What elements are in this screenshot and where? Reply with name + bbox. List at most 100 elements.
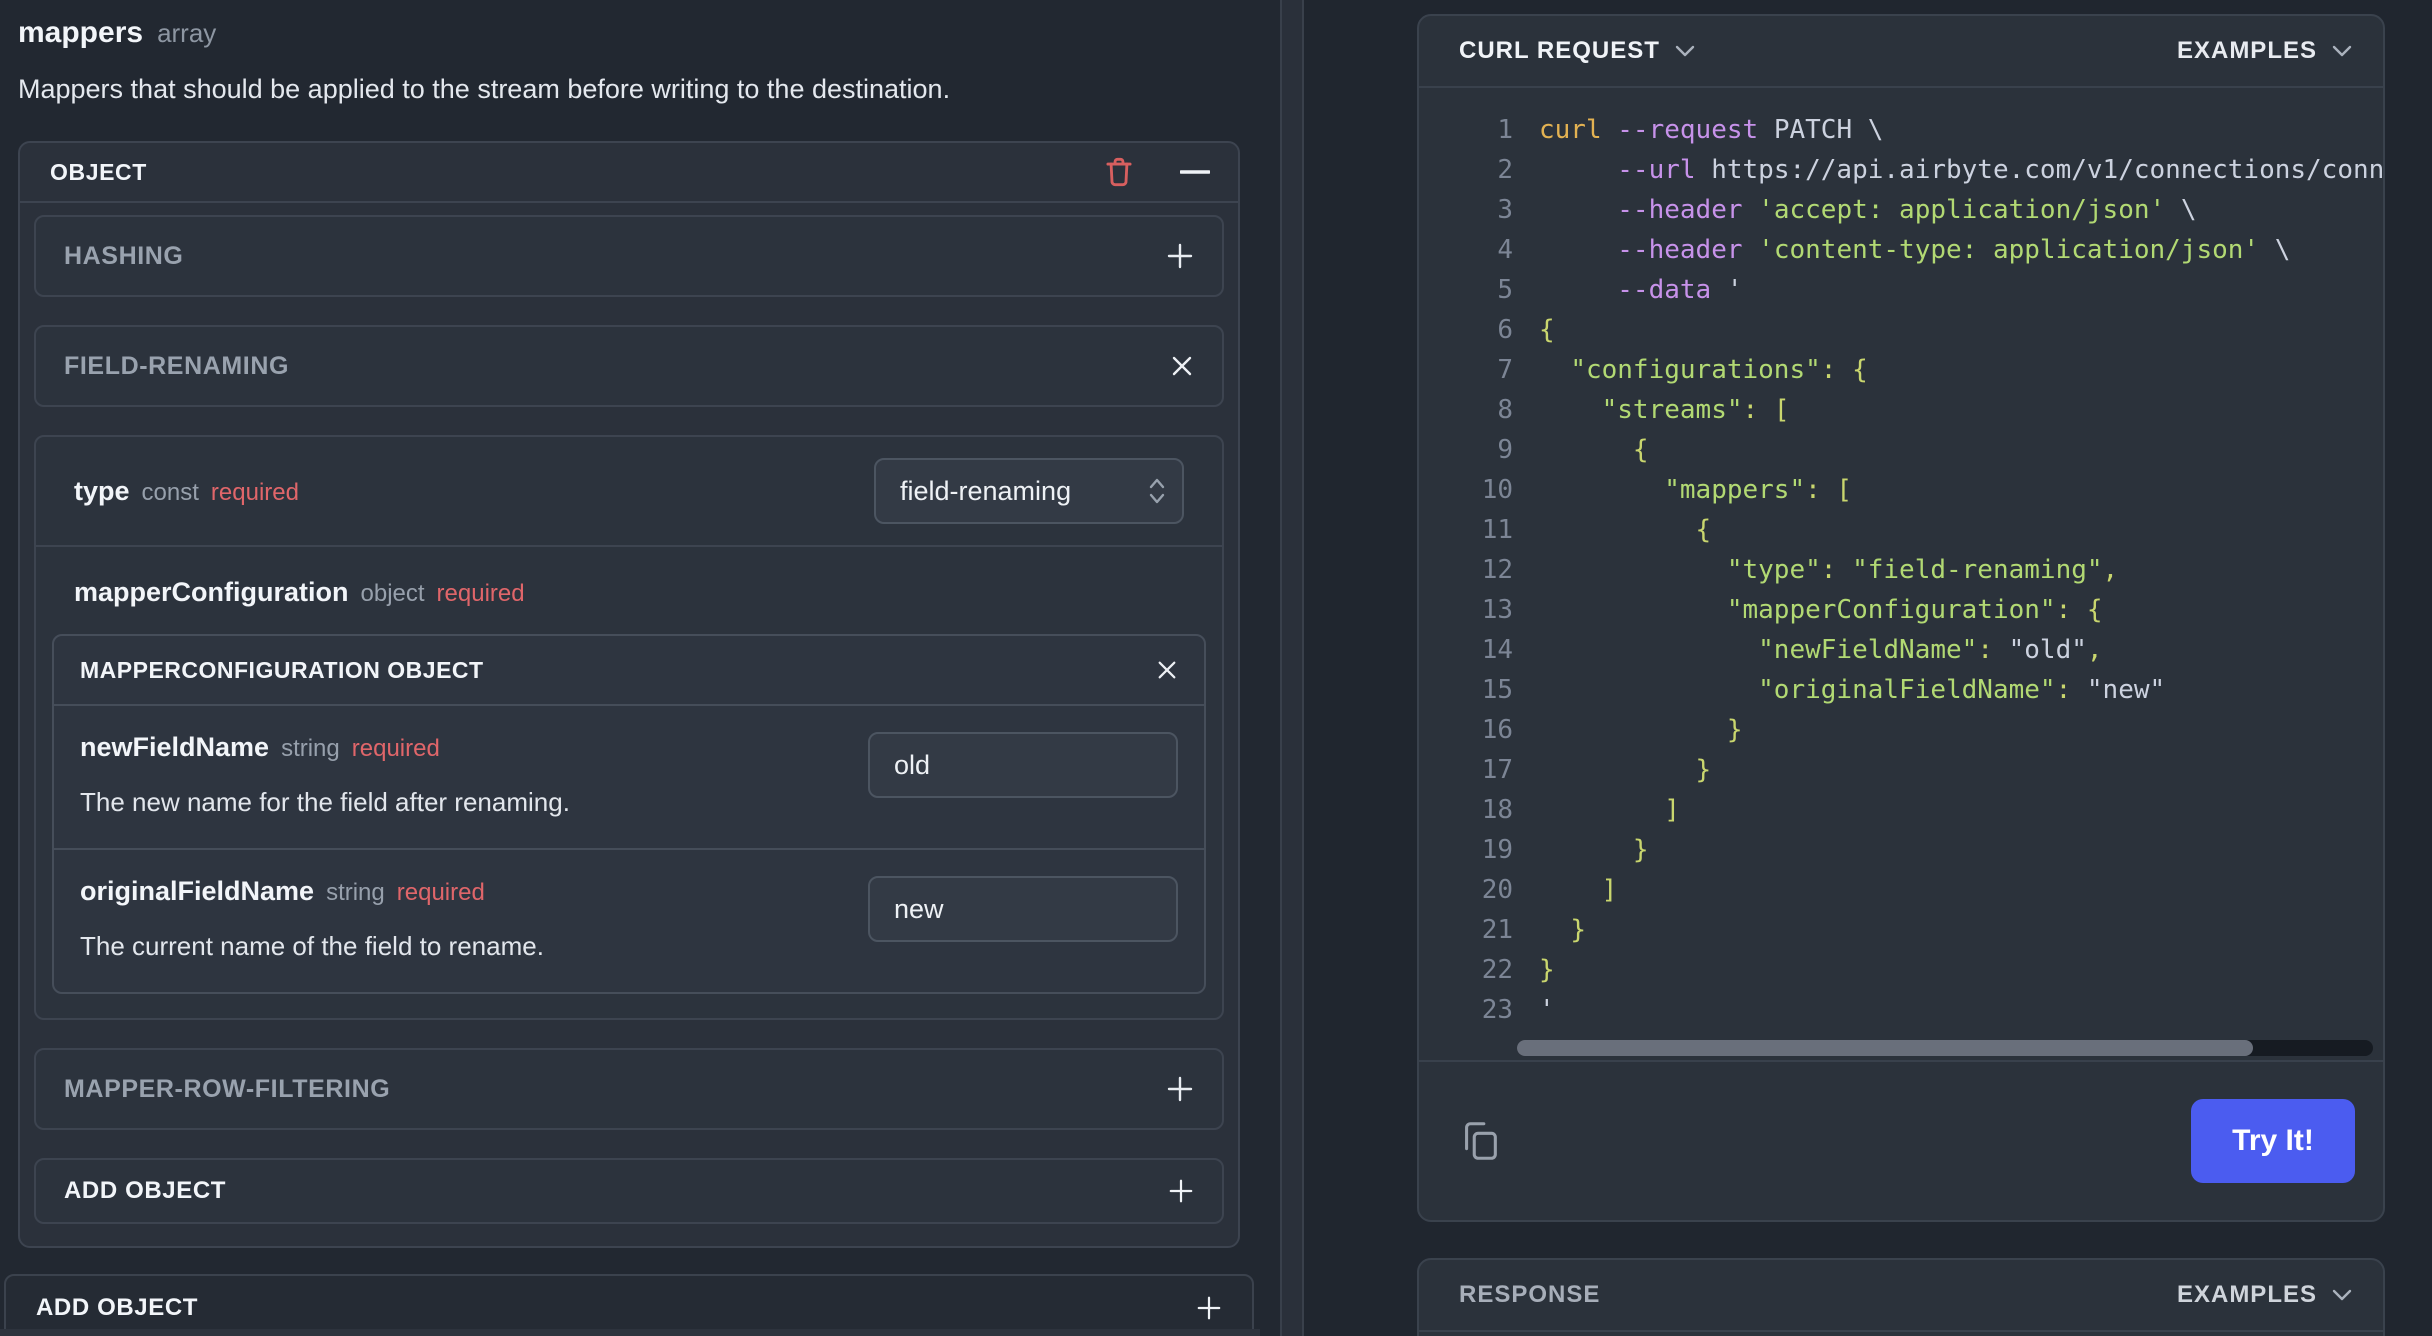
mapper-configuration-name: mapperConfiguration xyxy=(74,577,349,607)
horizontal-scrollbar[interactable] xyxy=(1517,1040,2373,1056)
add-object-outer-button[interactable]: ADD OBJECT xyxy=(4,1274,1254,1336)
code-text: } xyxy=(1632,835,1649,865)
collapse-object-button[interactable] xyxy=(1180,169,1210,175)
code-line: 13 "mapperConfiguration": { xyxy=(1419,590,2383,630)
plus-icon xyxy=(1166,1075,1194,1103)
api-docs-page: mappers array Mappers that should be app… xyxy=(0,0,2432,1336)
schema-form-panel: mappers array Mappers that should be app… xyxy=(0,0,1260,1336)
curl-request-dropdown[interactable]: CURL REQUEST xyxy=(1459,37,1696,65)
line-number: 11 xyxy=(1481,515,1513,545)
code-line: 2 --url https://api.airbyte.com/v1/conne… xyxy=(1419,150,2383,190)
response-title: RESPONSE xyxy=(1459,1281,1601,1308)
code-line: 5 --data ' xyxy=(1419,270,2383,310)
original-field-name-input[interactable] xyxy=(868,876,1178,942)
chevron-down-icon xyxy=(2331,1288,2353,1302)
code-line: 22} xyxy=(1419,950,2383,990)
code-line: 8 "streams": [ xyxy=(1419,390,2383,430)
code-text: } xyxy=(1695,755,1712,785)
response-card: RESPONSE EXAMPLES xyxy=(1417,1258,2385,1336)
code-line: 15 "originalFieldName": "new" xyxy=(1419,670,2383,710)
code-line: 20 ] xyxy=(1419,870,2383,910)
line-number: 19 xyxy=(1481,835,1513,865)
original-field-name-meta: string xyxy=(326,879,385,906)
line-number: 18 xyxy=(1481,795,1513,825)
section-hashing[interactable]: HASHING xyxy=(34,215,1224,297)
type-row-labels: type const required xyxy=(74,476,299,507)
code-line: 14 "newFieldName": "old", xyxy=(1419,630,2383,670)
new-field-name-label: newFieldName xyxy=(80,732,270,762)
line-number: 22 xyxy=(1481,955,1513,985)
curl-examples-label: EXAMPLES xyxy=(2176,37,2317,64)
code-text: ] xyxy=(1664,795,1680,825)
response-examples-dropdown[interactable]: EXAMPLES xyxy=(2177,1281,2353,1309)
mapper-configuration-labels: mapperConfiguration object required xyxy=(74,577,1184,608)
mapper-configuration-card-title: MAPPERCONFIGURATION OBJECT xyxy=(80,656,484,683)
object-card-title: OBJECT xyxy=(50,158,147,185)
code-text: "type": "field-renaming", xyxy=(1726,555,2119,585)
new-field-name-input[interactable] xyxy=(868,732,1178,798)
line-number: 6 xyxy=(1497,315,1513,345)
add-object-outer-label: ADD OBJECT xyxy=(36,1294,199,1321)
object-card-header: OBJECT xyxy=(20,143,1238,203)
object-card-actions xyxy=(1100,153,1210,191)
code-text: --data ' xyxy=(1617,275,1743,305)
code-line: 7 "configurations": { xyxy=(1419,350,2383,390)
field-renaming-title: FIELD-RENAMING xyxy=(64,351,290,380)
chevron-down-icon xyxy=(2331,44,2353,58)
new-field-name-row: newFieldName string required The new nam… xyxy=(54,706,1204,848)
panel-scrollbar-gutter[interactable] xyxy=(1280,0,1304,1336)
code-line: 16 } xyxy=(1419,710,2383,750)
mapper-configuration-meta: object xyxy=(360,580,425,607)
line-number: 5 xyxy=(1497,275,1513,305)
code-line: 18 ] xyxy=(1419,790,2383,830)
code-line: 1 curl --request PATCH \ xyxy=(1419,110,2383,150)
line-number: 12 xyxy=(1481,555,1513,585)
add-object-inner-button[interactable]: ADD OBJECT xyxy=(34,1158,1224,1224)
close-mapper-configuration-button[interactable] xyxy=(1156,659,1178,681)
try-it-button[interactable]: Try It! xyxy=(2191,1099,2355,1183)
object-card: OBJECT HASHING FIELD-RENAMING type const… xyxy=(18,141,1240,1248)
original-field-name-info: originalFieldName string required The cu… xyxy=(80,876,544,962)
new-field-name-meta: string xyxy=(281,735,340,762)
code-line: 4 --header 'content-type: application/js… xyxy=(1419,230,2383,270)
field-header: mappers array xyxy=(18,16,1260,50)
original-field-name-labels: originalFieldName string required xyxy=(80,876,544,907)
plus-icon xyxy=(1168,1178,1194,1204)
line-number: 23 xyxy=(1481,995,1513,1025)
code-line: 6{ xyxy=(1419,310,2383,350)
code-text: "streams": [ xyxy=(1601,395,1790,425)
next-card-edge xyxy=(0,1329,1260,1336)
curl-request-header: CURL REQUEST EXAMPLES xyxy=(1419,16,2383,88)
trash-icon xyxy=(1100,153,1138,191)
code-text: "configurations": { xyxy=(1570,355,1868,385)
type-select[interactable]: field-renaming xyxy=(874,458,1184,524)
code-text: --header 'accept: application/json' \ xyxy=(1617,195,2197,225)
section-field-renaming[interactable]: FIELD-RENAMING xyxy=(34,325,1224,407)
hashing-title: HASHING xyxy=(64,241,184,270)
delete-object-button[interactable] xyxy=(1100,153,1138,191)
code-text: { xyxy=(1539,315,1555,345)
field-name: mappers xyxy=(18,16,144,49)
line-number: 10 xyxy=(1481,475,1513,505)
code-example-panel: CURL REQUEST EXAMPLES 1 curl --request PA… xyxy=(1304,0,2432,1336)
code-line: 19 } xyxy=(1419,830,2383,870)
type-required-badge: required xyxy=(210,478,299,506)
horizontal-scrollbar-thumb[interactable] xyxy=(1517,1040,2253,1056)
mapper-row-filtering-title: MAPPER-ROW-FILTERING xyxy=(64,1074,391,1103)
code-text: } xyxy=(1539,955,1555,985)
copy-code-button[interactable] xyxy=(1457,1118,1503,1164)
field-description: Mappers that should be applied to the st… xyxy=(18,74,951,104)
line-number: 9 xyxy=(1497,435,1513,465)
new-field-name-labels: newFieldName string required xyxy=(80,732,570,763)
line-number: 13 xyxy=(1481,595,1513,625)
original-field-name-row: originalFieldName string required The cu… xyxy=(54,848,1204,992)
code-text: curl --request PATCH \ xyxy=(1539,115,1884,145)
line-number: 17 xyxy=(1481,755,1513,785)
code-text: } xyxy=(1570,915,1586,945)
line-number: 14 xyxy=(1481,635,1513,665)
section-mapper-row-filtering[interactable]: MAPPER-ROW-FILTERING xyxy=(34,1048,1224,1130)
code-text: "newFieldName": "old", xyxy=(1758,635,2103,665)
code-line: 12 "type": "field-renaming", xyxy=(1419,550,2383,590)
close-icon xyxy=(1156,659,1178,681)
curl-examples-dropdown[interactable]: EXAMPLES xyxy=(2177,37,2353,65)
